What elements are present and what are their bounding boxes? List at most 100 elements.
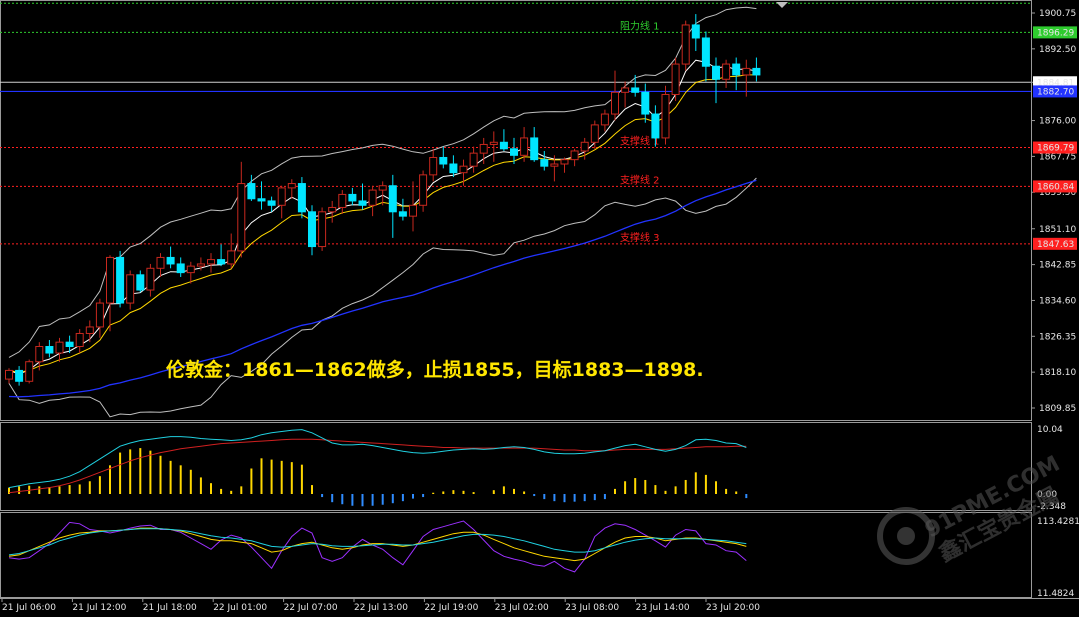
chart-canvas: 阻力线 2阻力线 1支撑线 1支撑线 2支撑线 3 1900.751892.50… — [0, 0, 1079, 613]
candle-body — [459, 165, 468, 174]
candle-body — [742, 67, 751, 76]
candle-body — [580, 141, 589, 152]
y-tick-label: 1900.75 — [1039, 9, 1076, 19]
strategy-annotation: 伦敦金：1861—1862做多，止损1855，目标1883—1898. — [166, 358, 704, 381]
candle-body — [722, 63, 731, 80]
candle-body — [328, 206, 337, 213]
ema-slow-line — [8, 74, 757, 373]
x-tick-label: 21 Jul 18:00 — [143, 603, 197, 613]
main-panel — [0, 0, 1032, 421]
candle-body — [641, 91, 650, 115]
candle-body — [176, 263, 185, 274]
candle-body — [308, 211, 316, 248]
chart-shift-marker[interactable] — [776, 2, 788, 8]
macd-tick-label: 10.04 — [1037, 425, 1063, 435]
candle-body — [85, 326, 94, 334]
oscillator-line — [8, 520, 747, 573]
candle-body — [15, 369, 24, 382]
price-label-text: 1882.70 — [1037, 87, 1074, 97]
candle-body — [469, 152, 478, 167]
candle-body — [661, 93, 670, 139]
candle-body — [600, 113, 609, 126]
candle-body — [45, 346, 54, 354]
candle-body — [570, 150, 579, 161]
candle-body — [348, 193, 357, 202]
macd-panel — [0, 422, 1032, 511]
candle-body — [530, 137, 539, 161]
candle-body — [368, 189, 377, 206]
candle-body — [419, 174, 428, 206]
y-tick-label: 1809.85 — [1039, 404, 1076, 414]
candle-body — [409, 204, 417, 217]
candle-body — [732, 63, 741, 76]
oscillator-panel — [0, 512, 1032, 598]
candle-body — [338, 193, 347, 208]
candle-body — [217, 259, 226, 265]
candle-body — [439, 156, 448, 165]
candle-body — [146, 267, 155, 291]
y-tick-label: 1818.10 — [1039, 368, 1076, 378]
candles — [5, 14, 761, 386]
oscillator-tick-label: 11.4824 — [1037, 589, 1074, 599]
candle-body — [237, 183, 246, 252]
candle-body — [106, 256, 114, 304]
candle-body — [156, 256, 165, 269]
candle-body — [247, 183, 256, 200]
candle-body — [287, 183, 296, 189]
candle-body — [489, 141, 498, 145]
candle-body — [388, 185, 397, 213]
candle-body — [126, 274, 135, 304]
candle-body — [499, 141, 508, 150]
candle-body — [550, 163, 559, 167]
price-labels: 1896.291884.811882.701869.791860.841847.… — [1033, 26, 1077, 250]
candle-body — [712, 65, 720, 80]
price-label-text: 1847.63 — [1037, 240, 1074, 250]
candle-body — [25, 361, 34, 382]
y-tick-label: 1834.60 — [1039, 296, 1076, 306]
candle-body — [540, 159, 549, 167]
candle-body — [227, 250, 236, 265]
x-tick-label: 22 Jul 01:00 — [213, 603, 267, 613]
candle-body — [277, 187, 286, 206]
candle-body — [429, 156, 438, 176]
candle-body — [631, 87, 640, 93]
level-lines: 阻力线 2阻力线 1支撑线 1支撑线 2支撑线 3 — [0, 0, 1031, 245]
level-name: 支撑线 3 — [620, 231, 660, 244]
price-label-text: 1869.79 — [1037, 144, 1074, 154]
candle-body — [136, 274, 145, 291]
y-tick-label: 1851.10 — [1039, 225, 1076, 235]
candle-body — [378, 185, 387, 191]
price-label-text: 1896.29 — [1037, 28, 1074, 38]
x-tick-label: 23 Jul 14:00 — [636, 603, 690, 613]
x-tick-label: 22 Jul 13:00 — [354, 603, 408, 613]
candle-body — [257, 198, 266, 202]
oscillator-tick-label: 113.4281 — [1037, 517, 1079, 527]
candle-body — [166, 256, 175, 265]
watermark-logo: 91PME.COM 鑫汇宝贵金属 — [877, 451, 1064, 567]
candle-body — [681, 24, 690, 65]
candle-body — [196, 263, 205, 267]
candle-body — [752, 67, 761, 76]
y-tick-label: 1826.35 — [1039, 332, 1076, 342]
candle-body — [560, 159, 569, 165]
candle-body — [691, 24, 700, 39]
candle-body — [75, 332, 84, 348]
indicator-lines — [8, 6, 757, 418]
y-tick-label: 1842.85 — [1039, 261, 1076, 271]
x-tick-label: 23 Jul 20:00 — [706, 603, 760, 613]
level-name: 阻力线 1 — [620, 19, 660, 32]
candle-body — [116, 256, 125, 304]
y-tick-label: 1876.00 — [1039, 117, 1076, 127]
y-tick-label: 1892.50 — [1039, 45, 1076, 55]
candle-body — [65, 341, 74, 348]
candle-body — [671, 63, 680, 95]
axis-ticks: 1900.751892.501884.811876.001867.751859.… — [1, 9, 1079, 613]
candle-body — [701, 37, 710, 67]
x-tick-label: 21 Jul 12:00 — [72, 603, 126, 613]
x-tick-label: 23 Jul 02:00 — [495, 603, 549, 613]
candle-body — [186, 265, 195, 274]
level-name: 阻力线 2 — [620, 0, 660, 3]
candle-body — [267, 200, 276, 206]
macd-series — [8, 429, 748, 507]
candle-body — [207, 259, 215, 265]
